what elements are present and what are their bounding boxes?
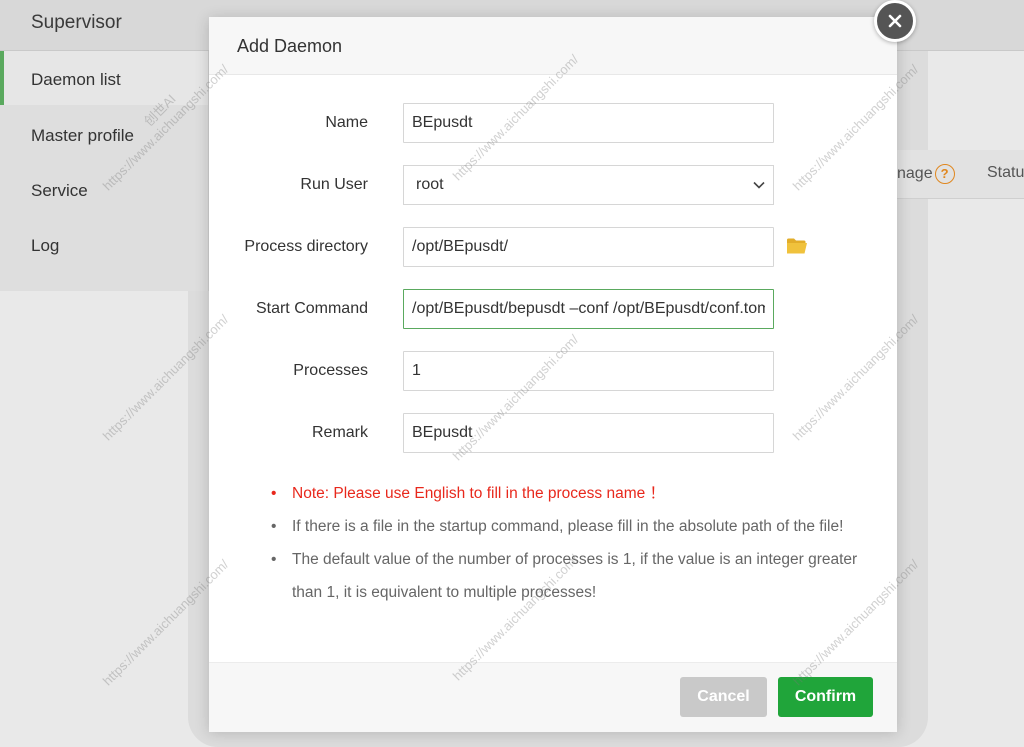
column-header-manage-text: nage [897,165,933,183]
sidebar-item-daemon-list[interactable]: Daemon list [31,70,121,90]
process-directory-input[interactable] [403,227,774,267]
app-title: Supervisor [31,12,122,33]
form-row-process-directory: Process directory [209,227,897,267]
run-user-label: Run User [300,176,368,193]
start-command-label: Start Command [255,300,368,317]
run-user-value: root [416,176,444,193]
remark-label: Remark [311,424,368,441]
sidebar-item-service[interactable]: Service [31,181,88,201]
sidebar-item-master-profile[interactable]: Master profile [31,126,134,146]
process-directory-label: Process directory [244,238,368,255]
dialog-footer: Cancel Confirm [209,662,897,732]
cancel-button[interactable]: Cancel [680,677,767,717]
note-item: • Note: Please use English to fill in the… [271,485,666,502]
chevron-down-icon [753,181,765,189]
form-row-processes: Processes [209,351,897,391]
column-header-status: Statu [987,164,1024,181]
folder-icon[interactable] [786,237,808,255]
form-row-remark: Remark [209,413,897,453]
note-item: • If there is a file in the startup comma… [271,518,844,535]
sidebar: Daemon list Master profile Service Log [0,51,209,291]
run-user-select[interactable]: root [403,165,774,205]
close-icon [888,14,902,28]
form-row-run-user: Run User root [209,165,897,205]
sidebar-active-accent [0,51,4,105]
dialog-header: Add Daemon [209,17,897,75]
remark-input[interactable] [403,413,774,453]
processes-label: Processes [293,362,368,379]
sidebar-item-log[interactable]: Log [31,236,59,256]
start-command-input[interactable] [403,289,774,329]
note-text: The default value of the number of proce… [292,551,858,601]
dialog-title: Add Daemon [237,36,343,56]
column-header-manage: nage? [897,164,955,184]
form-row-name: Name [209,103,897,143]
help-icon[interactable]: ? [934,164,955,184]
processes-input[interactable] [403,351,774,391]
name-input[interactable] [403,103,774,143]
note-text: If there is a file in the startup comman… [292,518,844,535]
add-daemon-dialog: Add Daemon Name Run User root Process di… [209,17,897,732]
note-item: • The default value of the number of proc… [271,551,858,601]
help-notes: • Note: Please use English to fill in the… [269,477,879,609]
confirm-button[interactable]: Confirm [778,677,873,717]
form-row-start-command: Start Command [209,289,897,329]
close-dialog-button[interactable] [874,0,916,42]
name-label: Name [325,114,368,131]
note-text: Note: Please use English to fill in the … [292,485,666,502]
